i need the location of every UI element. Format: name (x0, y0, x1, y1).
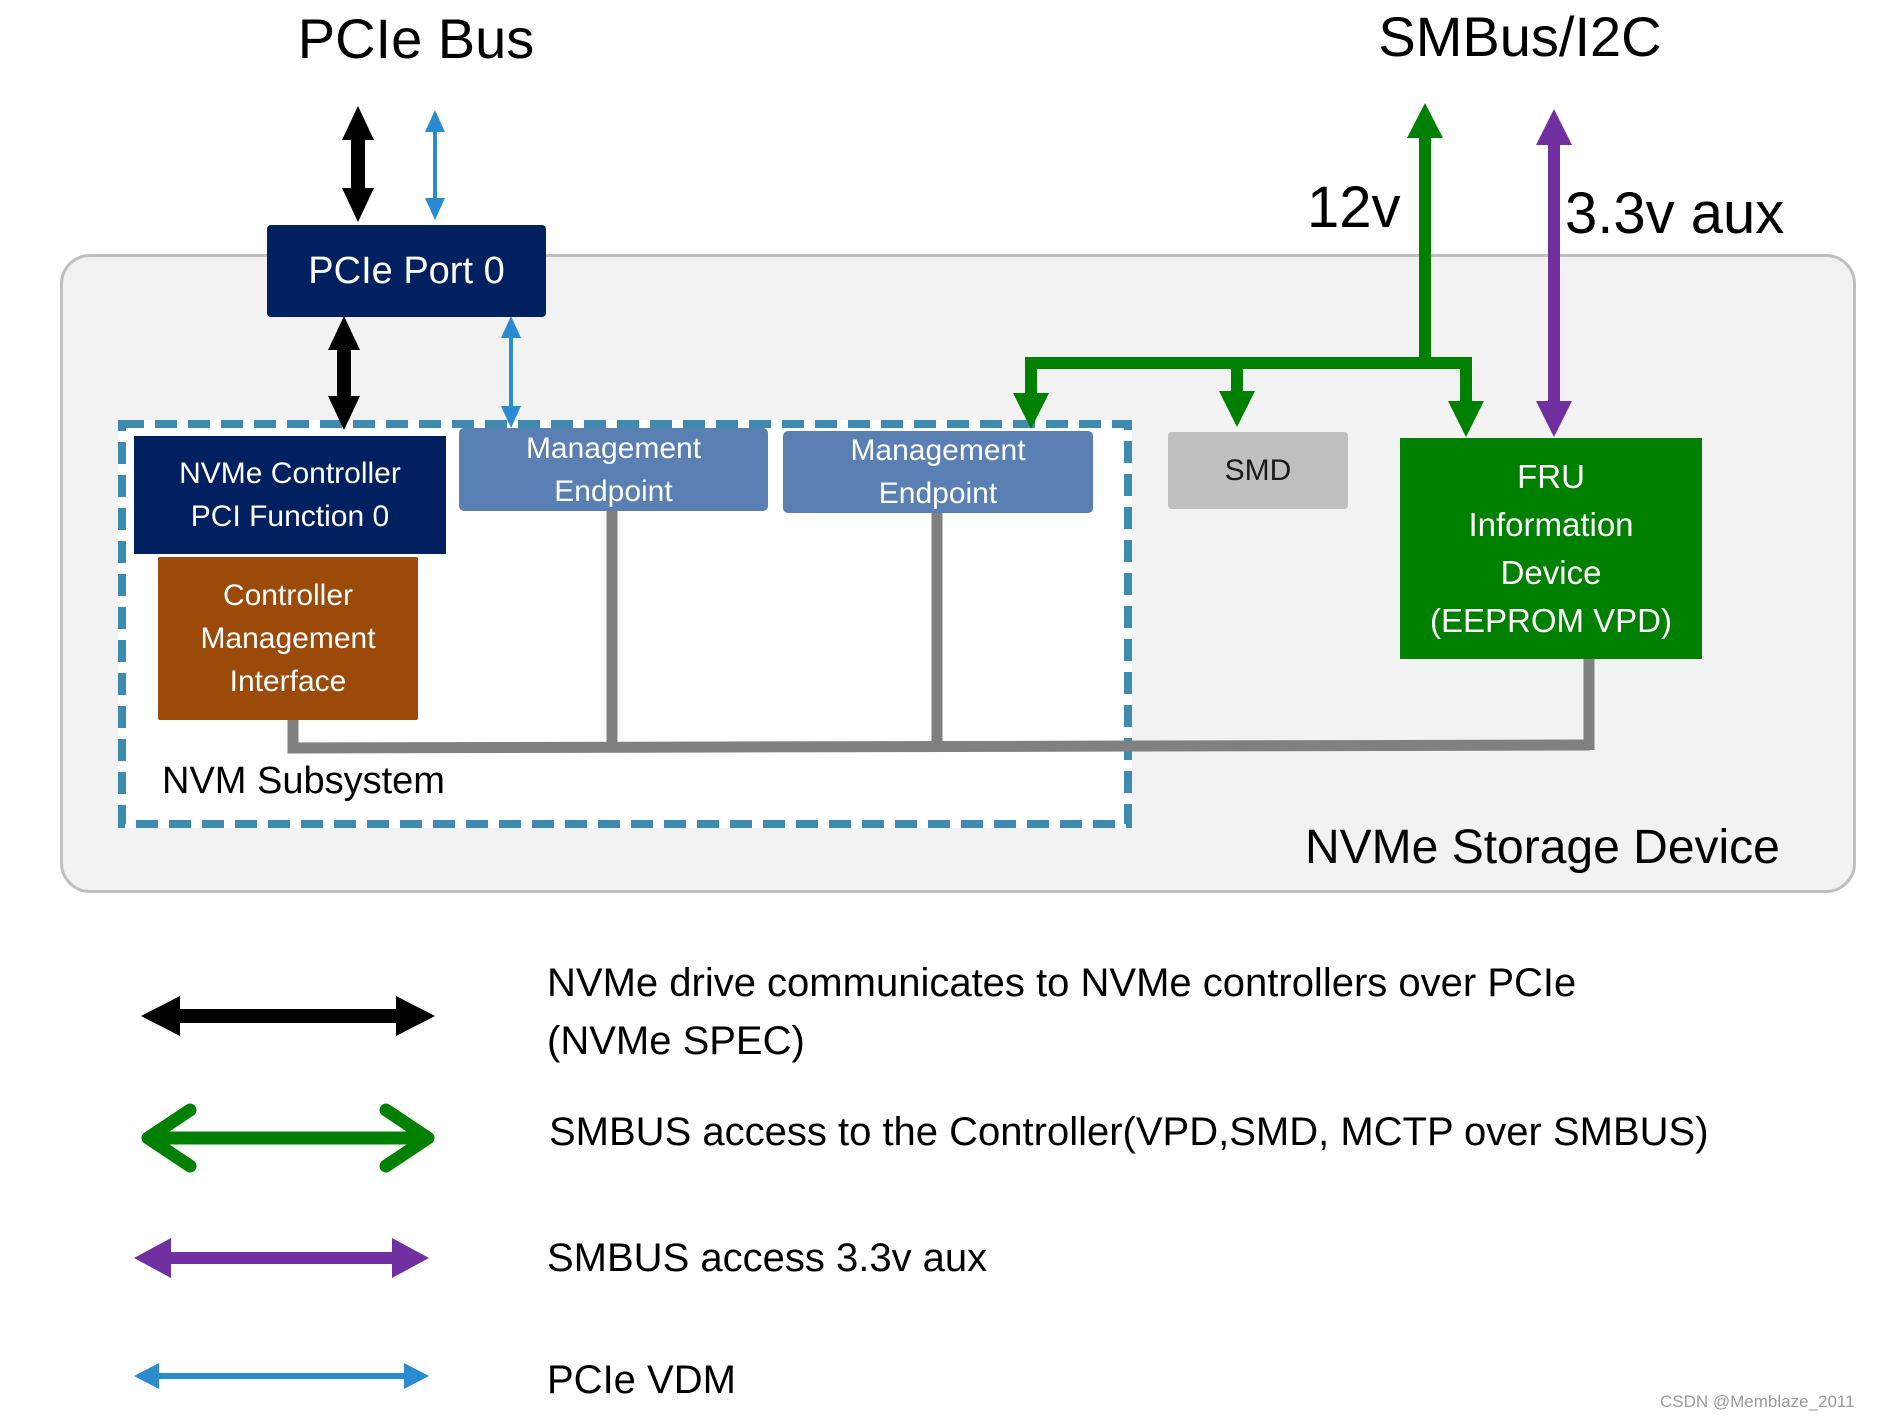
legend-blue-arrow-icon (134, 1363, 429, 1389)
legend-green-arrow-icon (141, 1103, 435, 1173)
33v-aux-label: 3.3v aux (1565, 181, 1785, 246)
watermark: CSDN @Memblaze_2011 (1660, 1392, 1855, 1411)
pcie-vdm-arrow-port-to-endpoint (501, 316, 521, 428)
legend-smbus-line1: SMBUS access to the Controller(VPD,SMD, … (549, 1110, 1709, 1154)
12v-label: 12v (1307, 175, 1401, 240)
fru-information-device-block: FRU Information Device (EEPROM VPD) (1400, 438, 1702, 659)
legend-vdm-line1: PCIe VDM (547, 1358, 736, 1402)
smbus-horizontal (1025, 357, 1471, 369)
arrowhead-up (328, 316, 360, 350)
12v-arrowhead-up (1407, 103, 1443, 138)
legend-black-arrow-icon (141, 996, 435, 1036)
pcie-port-0-block: PCIe Port 0 (267, 225, 546, 317)
arrow-to-fru (1448, 401, 1484, 437)
legend-purple-arrow-icon (134, 1238, 429, 1278)
pcie-arrow-bus-to-port (342, 106, 374, 222)
smbus-12v-tree (1013, 103, 1484, 437)
arrowhead-down (342, 188, 374, 222)
nvme-controller-block: NVMe Controller PCI Function 0 (134, 436, 446, 554)
nvme-storage-device-label: NVMe Storage Device (1305, 821, 1780, 874)
management-endpoint-1-block: Management Endpoint (459, 428, 768, 511)
legend-item-pcie: NVMe drive communicates to NVMe controll… (547, 954, 1576, 1070)
smd-block: SMD (1168, 432, 1348, 509)
12v-trunk (1419, 130, 1431, 366)
nvm-subsystem-label: NVM Subsystem (162, 760, 445, 802)
pcie-vdm-arrow-bus-to-port (425, 110, 445, 220)
legend-item-vdm: PCIe VDM (547, 1351, 736, 1409)
controller-management-interface-block: Controller Management Interface (158, 557, 418, 720)
arrow-to-smd (1219, 391, 1255, 427)
arrowhead-up (342, 106, 374, 140)
management-bus (287, 511, 1595, 754)
legend-pcie-line1: NVMe drive communicates to NVMe controll… (547, 961, 1577, 1005)
legend-pcie-line2: (NVMe SPEC) (547, 1019, 805, 1063)
legend-item-smbus: SMBUS access to the Controller(VPD,SMD, … (549, 1103, 1709, 1161)
legend-aux-line1: SMBUS access 3.3v aux (547, 1236, 988, 1280)
aux-33v-arrow (1536, 109, 1572, 437)
management-endpoint-2-block: Management Endpoint (783, 431, 1093, 513)
pcie-arrow-port-to-controller (328, 316, 360, 430)
legend-item-aux: SMBUS access 3.3v aux (547, 1229, 987, 1287)
